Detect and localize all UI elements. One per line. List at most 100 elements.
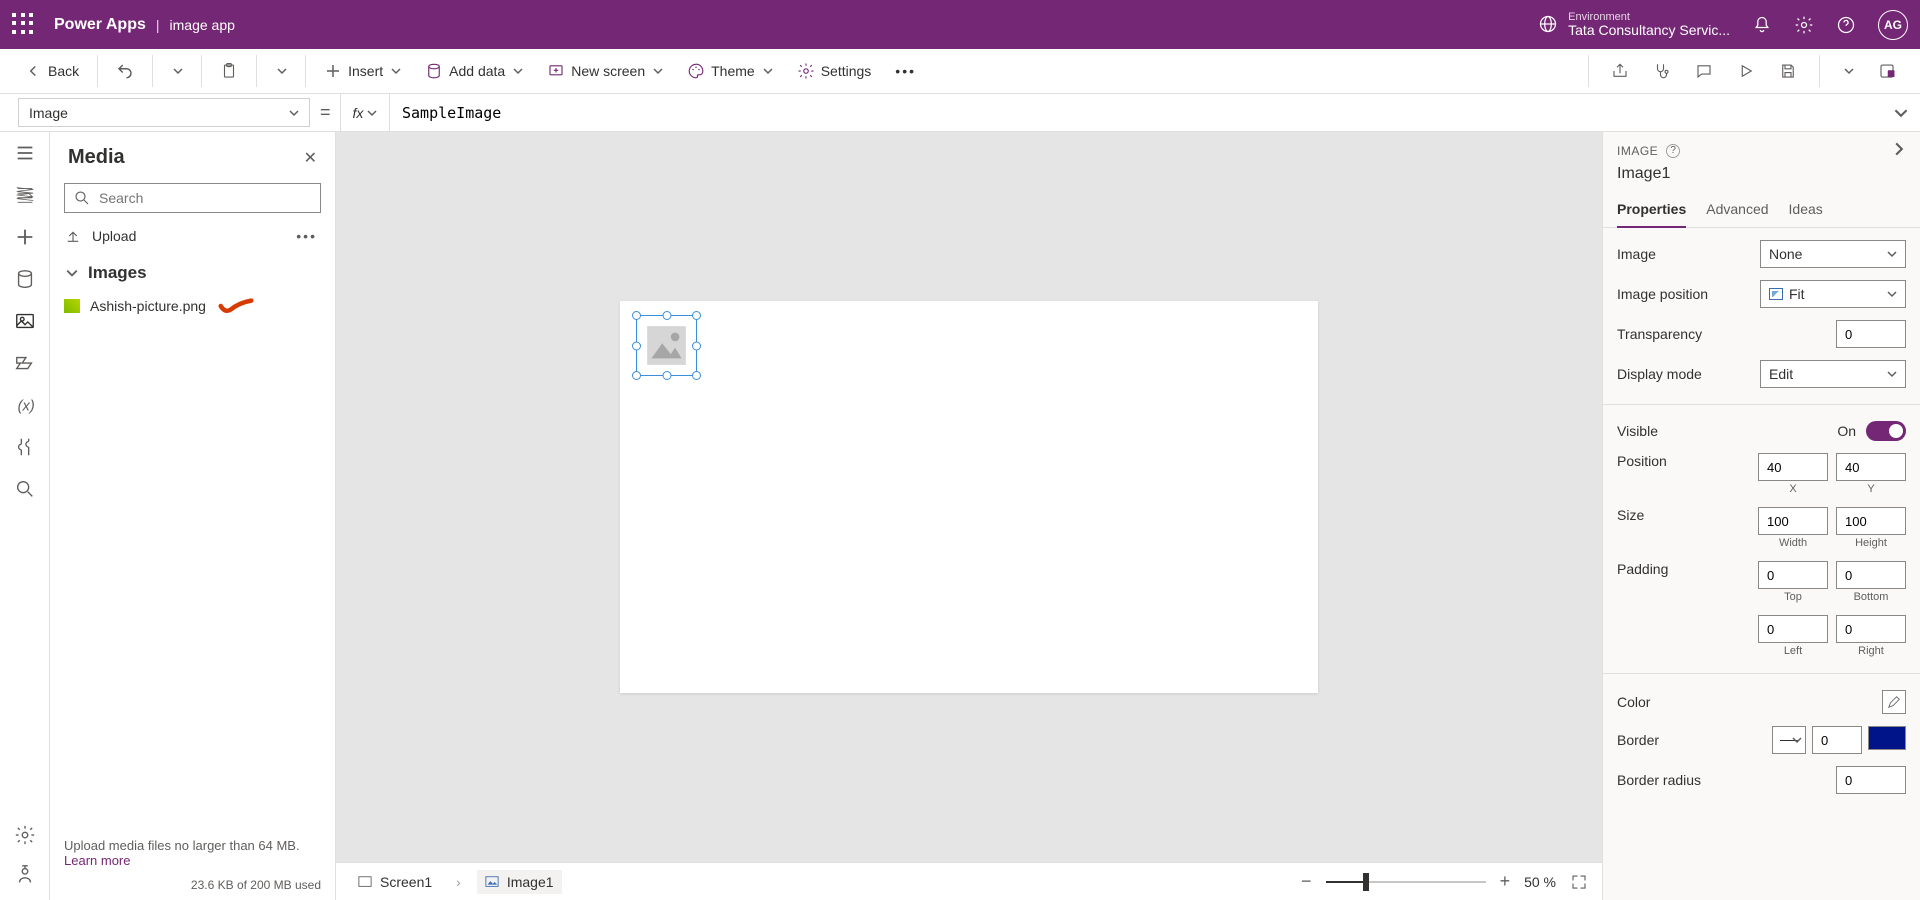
breadcrumb-control[interactable]: Image1 xyxy=(477,870,562,894)
insert-button[interactable]: Insert xyxy=(314,56,411,86)
variables-icon[interactable]: (x) xyxy=(14,394,36,416)
settings-rail-icon[interactable] xyxy=(14,824,36,846)
zoom-out-button[interactable]: − xyxy=(1301,871,1312,892)
canvas-stage[interactable] xyxy=(336,132,1602,862)
checker-button[interactable] xyxy=(1643,56,1681,86)
save-button[interactable] xyxy=(1769,56,1807,86)
hamburger-icon[interactable] xyxy=(14,142,36,164)
padding-bottom-input[interactable] xyxy=(1836,561,1906,589)
border-width-input[interactable] xyxy=(1812,726,1862,754)
tab-properties[interactable]: Properties xyxy=(1617,193,1686,227)
resize-handle[interactable] xyxy=(632,311,641,320)
add-data-button[interactable]: Add data xyxy=(415,56,533,86)
insert-pane-icon[interactable] xyxy=(14,226,36,248)
resize-handle[interactable] xyxy=(692,341,701,350)
display-mode-dropdown[interactable]: Edit xyxy=(1760,360,1906,388)
position-x-input[interactable] xyxy=(1758,453,1828,481)
screen-artboard[interactable] xyxy=(620,301,1318,693)
save-more-button[interactable] xyxy=(1832,60,1864,82)
back-button[interactable]: Back xyxy=(14,56,89,86)
selected-image-control[interactable] xyxy=(636,315,697,376)
color-edit-button[interactable] xyxy=(1882,690,1906,714)
paste-button[interactable] xyxy=(210,56,248,86)
padding-top-input[interactable] xyxy=(1758,561,1828,589)
formula-input[interactable] xyxy=(390,94,1880,131)
breadcrumb-screen[interactable]: Screen1 xyxy=(350,870,440,894)
image-dropdown[interactable]: None xyxy=(1760,240,1906,268)
images-section-title: Images xyxy=(88,263,147,283)
transparency-input[interactable] xyxy=(1836,320,1906,348)
left-label: Left xyxy=(1784,645,1802,657)
resize-handle[interactable] xyxy=(692,371,701,380)
prop-border-label: Border xyxy=(1617,732,1659,748)
upload-more-button[interactable]: ••• xyxy=(296,228,317,244)
overflow-button[interactable]: ••• xyxy=(885,57,926,85)
position-y-input[interactable] xyxy=(1836,453,1906,481)
resize-handle[interactable] xyxy=(632,371,641,380)
padding-left-input[interactable] xyxy=(1758,615,1828,643)
upload-button[interactable]: Upload xyxy=(64,227,136,245)
ellipsis-icon: ••• xyxy=(895,63,916,79)
resize-handle[interactable] xyxy=(692,311,701,320)
publish-button[interactable] xyxy=(1868,56,1906,86)
comment-icon xyxy=(1695,62,1713,80)
notifications-icon[interactable] xyxy=(1752,15,1772,35)
new-screen-button[interactable]: New screen xyxy=(537,56,673,86)
virtual-agent-icon[interactable] xyxy=(14,864,36,886)
media-search-input[interactable] xyxy=(99,190,312,206)
border-style-dropdown[interactable] xyxy=(1772,726,1806,754)
comments-button[interactable] xyxy=(1685,56,1723,86)
environment-picker[interactable]: Environment Tata Consultancy Servic... xyxy=(1538,11,1730,38)
app-launcher-icon[interactable] xyxy=(12,13,36,37)
images-section-header[interactable]: Images xyxy=(50,253,335,289)
expand-formula-button[interactable] xyxy=(1880,94,1920,131)
control-name[interactable]: Image1 xyxy=(1603,163,1920,193)
border-color-swatch[interactable] xyxy=(1868,726,1906,750)
help-badge-icon[interactable]: ? xyxy=(1666,144,1680,158)
search-icon[interactable] xyxy=(14,478,36,500)
zoom-slider[interactable] xyxy=(1326,881,1486,883)
settings-button[interactable]: Settings xyxy=(787,56,882,86)
resize-handle[interactable] xyxy=(662,311,671,320)
media-search[interactable] xyxy=(64,183,321,213)
fit-to-screen-icon[interactable] xyxy=(1570,873,1588,891)
pencil-icon xyxy=(1887,695,1901,709)
size-width-input[interactable] xyxy=(1758,507,1828,535)
resize-handle[interactable] xyxy=(632,341,641,350)
settings-gear-icon[interactable] xyxy=(1794,15,1814,35)
tab-ideas[interactable]: Ideas xyxy=(1789,193,1823,227)
image-position-dropdown[interactable]: Fit xyxy=(1760,280,1906,308)
data-pane-icon[interactable] xyxy=(14,268,36,290)
tree-view-icon[interactable] xyxy=(14,184,36,206)
theme-button[interactable]: Theme xyxy=(677,56,783,86)
fx-button[interactable]: fx xyxy=(340,94,390,131)
help-icon[interactable] xyxy=(1836,15,1856,35)
close-panel-button[interactable]: ✕ xyxy=(304,148,317,168)
size-height-input[interactable] xyxy=(1836,507,1906,535)
resize-handle[interactable] xyxy=(662,371,671,380)
property-selector[interactable]: Image xyxy=(18,98,310,127)
undo-more-button[interactable] xyxy=(161,60,193,82)
power-automate-icon[interactable] xyxy=(14,352,36,374)
separator xyxy=(305,55,306,87)
file-thumbnail-icon xyxy=(64,299,80,313)
formula-bar: Image = fx xyxy=(0,94,1920,132)
media-pane-icon[interactable] xyxy=(14,310,36,332)
padding-right-input[interactable] xyxy=(1836,615,1906,643)
paste-more-button[interactable] xyxy=(265,60,297,82)
tools-icon[interactable] xyxy=(14,436,36,458)
tab-advanced[interactable]: Advanced xyxy=(1706,193,1768,227)
border-radius-input[interactable] xyxy=(1836,766,1906,794)
learn-more-link[interactable]: Learn more xyxy=(64,853,321,868)
user-avatar[interactable]: AG xyxy=(1878,10,1908,40)
media-file-item[interactable]: Ashish-picture.png xyxy=(50,289,335,323)
preview-button[interactable] xyxy=(1727,56,1765,86)
collapse-panel-button[interactable] xyxy=(1892,142,1906,159)
insert-label: Insert xyxy=(348,63,383,79)
visible-toggle[interactable] xyxy=(1866,421,1906,441)
share-button[interactable] xyxy=(1601,56,1639,86)
zoom-in-button[interactable]: + xyxy=(1500,871,1511,892)
publish-icon xyxy=(1878,62,1896,80)
divider xyxy=(1603,673,1920,674)
undo-button[interactable] xyxy=(106,56,144,86)
